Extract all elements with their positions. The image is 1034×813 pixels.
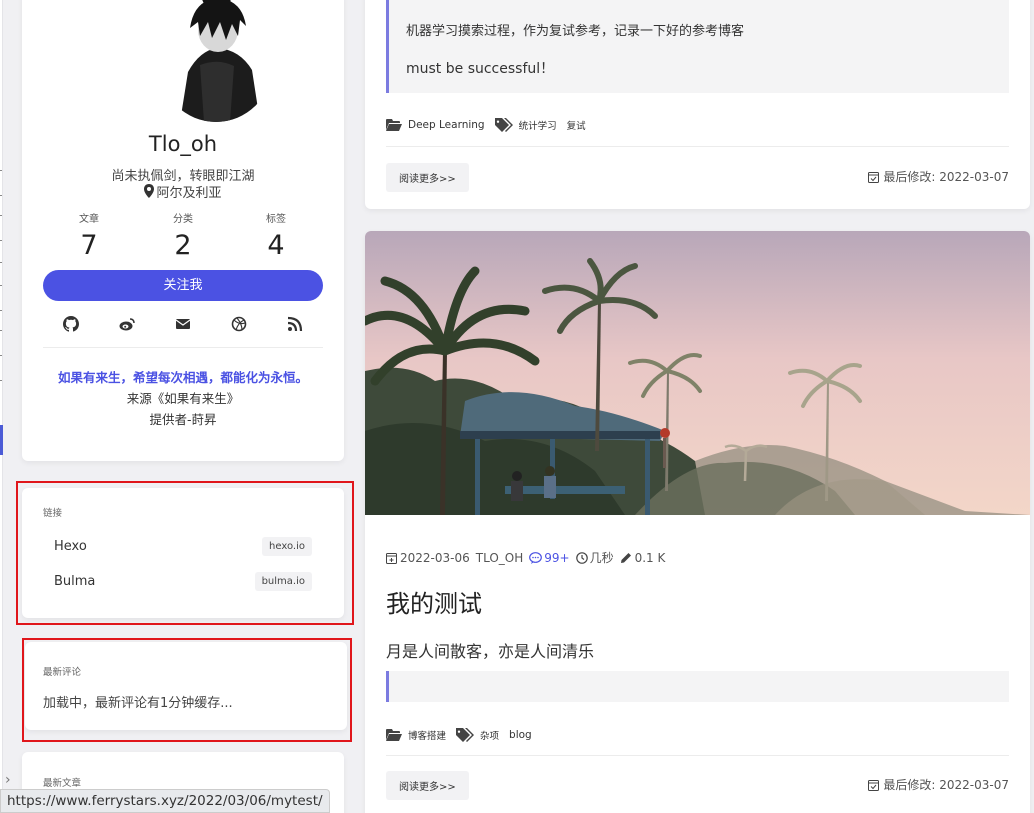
pencil-icon [620, 552, 631, 563]
highlight-box-links [16, 481, 354, 625]
highlight-box-comments [22, 638, 352, 742]
post2-category[interactable]: 博客搭建 [408, 728, 446, 742]
email-icon[interactable] [175, 316, 191, 332]
quote-source: 来源《如果有来生》 [126, 391, 240, 406]
rss-icon[interactable] [287, 316, 303, 332]
quote-text: 如果有来生，希望每次相遇，都能化为永恒。 [57, 370, 308, 385]
avatar[interactable] [160, 0, 272, 122]
post2-comment-count[interactable]: 99+ [544, 551, 569, 565]
left-edge-strip [0, 0, 3, 813]
link-status-bar: https://www.ferrystars.xyz/2022/03/06/my… [0, 789, 330, 813]
post1-tag-1[interactable]: 统计学习 [519, 118, 557, 132]
post2-meta: 2022-03-06 TLO_OH 99+ 几秒 0.1 K [386, 549, 671, 566]
calendar-check-icon [868, 779, 880, 791]
clock-icon [575, 551, 588, 564]
post2-taxonomy: 博客搭建 杂项 blog [386, 728, 542, 742]
location-pin-icon [144, 184, 155, 198]
post1-quote-line1: 机器学习摸索过程，作为复试参考，记录一下好的参考博客 [406, 24, 745, 39]
stat-value: 7 [80, 230, 98, 261]
folder-icon [386, 729, 402, 741]
stat-tags[interactable]: 标签 4 [231, 210, 321, 261]
calendar-check-icon [868, 171, 880, 183]
post1-modified-text: 最后修改: 2022-03-07 [883, 170, 1009, 184]
post2-modified: 最后修改: 2022-03-07 [868, 776, 1009, 793]
location-text: 阿尔及利亚 [156, 186, 222, 201]
stat-label: 标签 [266, 214, 286, 225]
profile-divider [43, 347, 323, 348]
post2-read-time: 几秒 [589, 551, 614, 565]
weibo-icon[interactable] [119, 316, 135, 332]
stat-value: 2 [174, 230, 192, 261]
post1-taxonomy: Deep Learning 统计学习 复试 [386, 118, 596, 132]
post-cover-image[interactable] [365, 231, 1030, 515]
quote-provider: 提供者-莳昇 [149, 412, 217, 427]
post2-excerpt: 月是人间散客，亦是人间清乐 [386, 642, 595, 661]
post2-divider [386, 755, 1009, 756]
post2-read-more-button[interactable]: 阅读更多>> [386, 771, 469, 800]
stat-label: 文章 [79, 214, 99, 225]
post2-word-count: 0.1 K [634, 550, 666, 565]
post2-title[interactable]: 我的测试 [386, 584, 482, 619]
post1-quote-line2: must be successful！ [406, 61, 555, 77]
github-icon[interactable] [63, 316, 79, 332]
post2-date: 2022-03-06 [400, 550, 470, 565]
post2-blockquote [386, 671, 1009, 702]
profile-card: Tlo_oh 尚未执佩剑，转眼即江湖 阿尔及利亚 文章 7 分类 2 标签 4 … [22, 0, 344, 461]
post1-tag-2[interactable]: 复试 [567, 118, 586, 132]
post-card-1: 机器学习摸索过程，作为复试参考，记录一下好的参考博客 must be succe… [365, 0, 1030, 209]
stat-categories[interactable]: 分类 2 [138, 210, 228, 261]
post2-tag-2[interactable]: blog [509, 729, 532, 741]
post1-blockquote: 机器学习摸索过程，作为复试参考，记录一下好的参考博客 must be succe… [386, 0, 1009, 93]
tags-icon [456, 728, 475, 742]
calendar-icon [386, 552, 397, 564]
post1-divider [386, 146, 1009, 147]
comment-icon [529, 551, 543, 564]
folder-icon [386, 119, 402, 131]
post2-tag-1[interactable]: 杂项 [480, 728, 499, 742]
dribbble-icon[interactable] [231, 316, 247, 332]
post2-author[interactable]: TLO_OH [476, 551, 524, 565]
follow-button[interactable]: 关注我 [43, 270, 323, 301]
chevron-right-icon[interactable]: › [5, 772, 11, 788]
author-location: 阿尔及利亚 [22, 182, 344, 201]
author-name: Tlo_oh [148, 132, 218, 156]
stat-posts[interactable]: 文章 7 [44, 210, 134, 261]
stat-value: 4 [267, 230, 285, 261]
post1-read-more-button[interactable]: 阅读更多>> [386, 163, 469, 192]
post1-category[interactable]: Deep Learning [408, 119, 485, 131]
post-card-2: 2022-03-06 TLO_OH 99+ 几秒 0.1 K 我的测试 月是人间… [365, 231, 1030, 813]
stat-label: 分类 [173, 214, 193, 225]
latest-widget-title: 最新文章 [43, 778, 82, 789]
post1-modified: 最后修改: 2022-03-07 [868, 168, 1009, 185]
post2-modified-text: 最后修改: 2022-03-07 [883, 778, 1009, 792]
tags-icon [494, 118, 513, 132]
